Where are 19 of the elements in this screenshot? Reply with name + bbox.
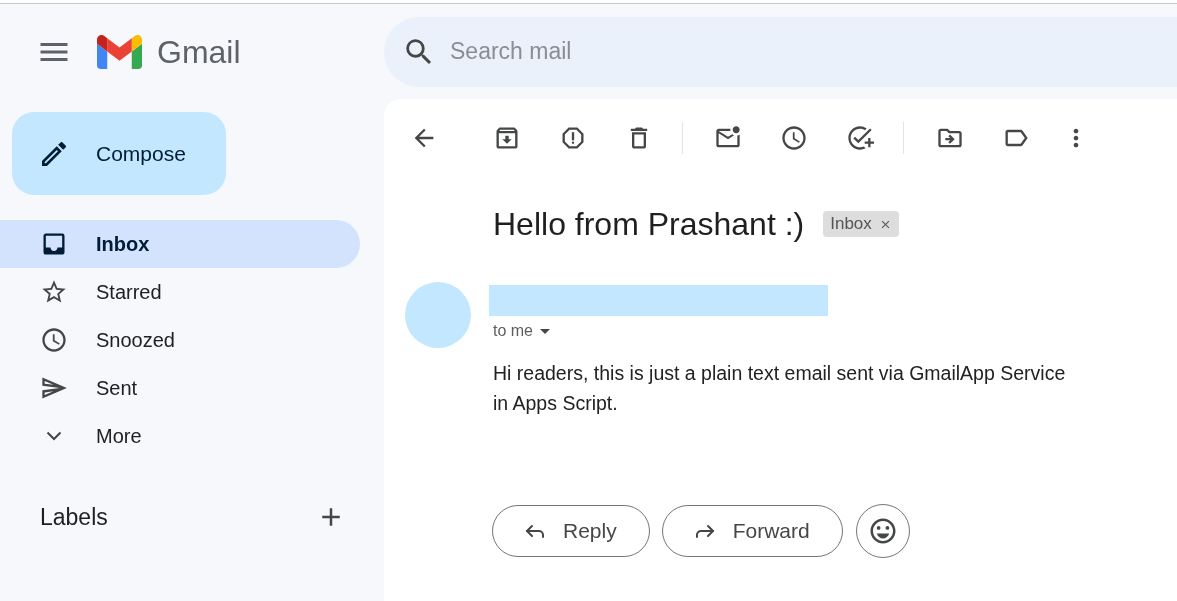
compose-button[interactable]: Compose bbox=[12, 112, 226, 195]
nav-item[interactable]: Starred bbox=[0, 268, 360, 316]
email-subject: Hello from Prashant :) bbox=[493, 205, 805, 244]
search-field[interactable]: Search mail bbox=[384, 16, 1177, 87]
recipient-text: to me bbox=[493, 321, 533, 341]
chevron-down-icon bbox=[46, 431, 62, 441]
logo-icon bbox=[97, 34, 142, 69]
clock-icon[interactable] bbox=[780, 124, 808, 152]
label-chip[interactable]: Inbox bbox=[823, 211, 899, 237]
nav-item[interactable]: Sent bbox=[0, 364, 360, 412]
search-input[interactable]: Search mail bbox=[450, 31, 1177, 72]
message-body: Hi readers, this is just a plain text email sent via GmailApp Service in Apps Script. bbox=[493, 361, 1067, 416]
nav-item[interactable]: More bbox=[0, 412, 360, 460]
nav-item[interactable]: Snoozed bbox=[0, 316, 360, 364]
nav-item[interactable]: Inbox bbox=[0, 220, 360, 268]
labels-heading: Labels bbox=[40, 502, 108, 532]
add-task-icon[interactable] bbox=[846, 124, 874, 152]
app-name: Gmail bbox=[157, 35, 241, 68]
clock-icon bbox=[40, 326, 68, 354]
